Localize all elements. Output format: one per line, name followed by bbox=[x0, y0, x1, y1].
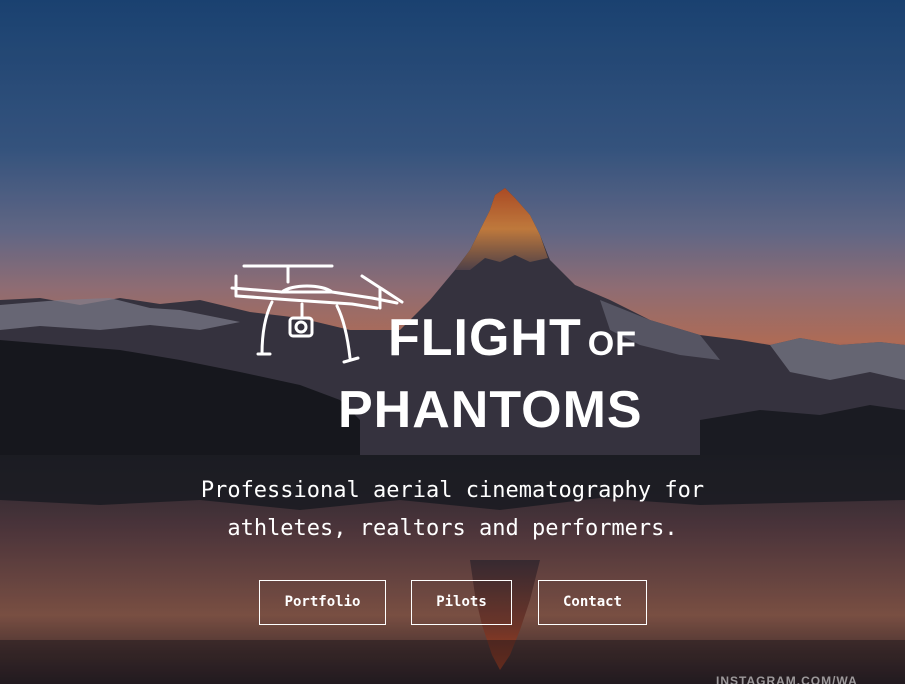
drone-icon bbox=[230, 264, 404, 364]
tagline-line2: athletes, realtors and performers. bbox=[227, 516, 678, 541]
tagline-line1: Professional aerial cinematography for bbox=[200, 478, 705, 503]
logo-title-line2: PHANTOMS bbox=[338, 381, 643, 439]
hero-section: FLIGHT OF PHANTOMS Professional aerial ci… bbox=[0, 0, 905, 684]
logo-title-flight: FLIGHT bbox=[388, 309, 582, 367]
logo-title-of: OF bbox=[587, 325, 637, 363]
site-logo[interactable]: FLIGHT OF PHANTOMS bbox=[222, 258, 692, 448]
pilots-button[interactable]: Pilots bbox=[411, 580, 512, 625]
tagline: Professional aerial cinematography for a… bbox=[0, 472, 905, 548]
portfolio-button[interactable]: Portfolio bbox=[259, 580, 386, 625]
photo-credit[interactable]: INSTAGRAM.COM/WA bbox=[716, 674, 858, 684]
logo-title-line1: FLIGHT OF bbox=[388, 312, 637, 364]
contact-button[interactable]: Contact bbox=[538, 580, 647, 625]
main-nav: Portfolio Pilots Contact bbox=[0, 580, 905, 625]
